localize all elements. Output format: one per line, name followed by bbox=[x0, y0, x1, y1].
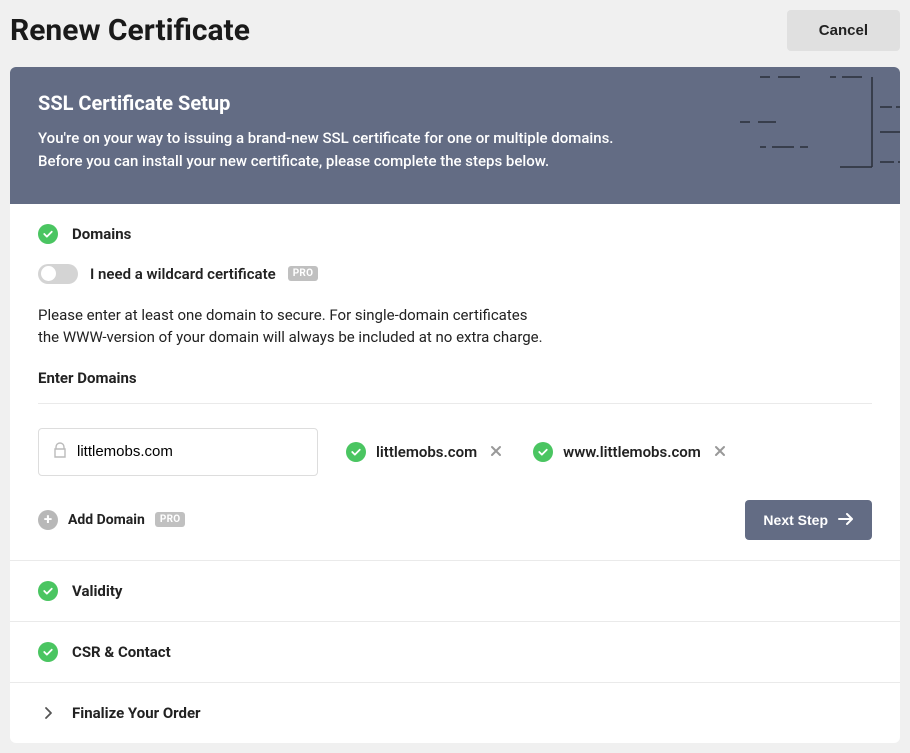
step-validity-title: Validity bbox=[72, 582, 122, 600]
domain-chip: www.littlemobs.com bbox=[533, 440, 729, 464]
step-csr-title: CSR & Contact bbox=[72, 643, 171, 661]
step-validity[interactable]: Validity bbox=[10, 560, 900, 621]
step-domains: Domains I need a wildcard certificate PR… bbox=[10, 204, 900, 560]
cancel-button[interactable]: Cancel bbox=[787, 10, 900, 51]
lock-icon bbox=[53, 442, 67, 462]
step-finalize-title: Finalize Your Order bbox=[72, 704, 201, 722]
wildcard-toggle[interactable] bbox=[38, 264, 78, 284]
remove-domain-button[interactable] bbox=[487, 440, 505, 464]
enter-domains-label: Enter Domains bbox=[38, 369, 872, 404]
page-title: Renew Certificate bbox=[10, 13, 250, 48]
chevron-right-icon bbox=[38, 703, 58, 723]
setup-card: SSL Certificate Setup You're on your way… bbox=[10, 67, 900, 743]
domains-help-text: Please enter at least one domain to secu… bbox=[38, 304, 872, 349]
step-finalize[interactable]: Finalize Your Order bbox=[10, 682, 900, 743]
pro-badge: PRO bbox=[288, 266, 319, 281]
wildcard-label: I need a wildcard certificate bbox=[90, 265, 276, 283]
hero-title: SSL Certificate Setup bbox=[38, 91, 872, 115]
plus-icon: + bbox=[38, 510, 58, 530]
check-icon bbox=[346, 442, 366, 462]
domain-input[interactable] bbox=[77, 443, 303, 460]
add-domain-label: Add Domain bbox=[68, 512, 145, 528]
remove-domain-button[interactable] bbox=[711, 440, 729, 464]
hero-subtitle: You're on your way to issuing a brand-ne… bbox=[38, 127, 872, 174]
hero-banner: SSL Certificate Setup You're on your way… bbox=[10, 67, 900, 204]
domain-input-wrap[interactable] bbox=[38, 428, 318, 476]
step-domains-title: Domains bbox=[72, 225, 131, 243]
domain-chip-label: littlemobs.com bbox=[376, 443, 477, 461]
pro-badge: PRO bbox=[155, 512, 186, 527]
step-domains-header[interactable]: Domains bbox=[38, 224, 872, 244]
check-icon bbox=[38, 581, 58, 601]
add-domain-button[interactable]: + Add Domain PRO bbox=[38, 510, 185, 530]
check-icon bbox=[38, 224, 58, 244]
domain-chip: littlemobs.com bbox=[346, 440, 505, 464]
check-icon bbox=[38, 642, 58, 662]
next-step-label: Next Step bbox=[763, 512, 828, 528]
domain-chip-label: www.littlemobs.com bbox=[563, 443, 701, 461]
arrow-right-icon bbox=[838, 512, 854, 528]
next-step-button[interactable]: Next Step bbox=[745, 500, 872, 540]
check-icon bbox=[533, 442, 553, 462]
step-csr-contact[interactable]: CSR & Contact bbox=[10, 621, 900, 682]
